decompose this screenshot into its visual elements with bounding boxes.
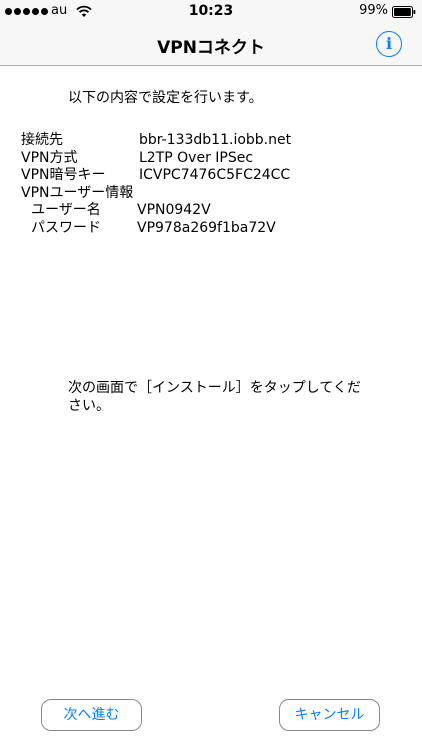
info-icon[interactable]: i [376,31,402,57]
battery-icon [392,6,416,18]
setting-label: ユーザー名 [31,202,101,218]
cancel-button[interactable]: キャンセル [279,699,380,731]
navigation-bar: VPNコネクト i [0,24,422,66]
setting-value: L2TP Over IPSec [139,149,254,166]
instruction-text: 次の画面で［インストール］をタップしてください。 [68,380,361,414]
setting-section-label: VPNユーザー情報 [21,184,134,201]
setting-label: VPN方式 [21,149,78,166]
setting-label: パスワード [31,219,101,236]
setting-label: 接続先 [21,132,63,148]
battery-percent: 99% [359,3,388,18]
status-bar: au 10:23 99% [0,0,422,24]
setting-value: VPN0942V [137,202,211,218]
setting-value: ICVPC7476C5FC24CC [139,167,291,183]
page-title: VPNコネクト [157,38,265,58]
next-button[interactable]: 次へ進む [41,699,142,731]
screen: au 10:23 99% VPNコネクト i 以下の内容で設定を行います。 接続… [0,0,422,750]
setting-value: VP978a269f1ba72V [137,219,276,236]
setting-label: VPN暗号キー [21,167,106,183]
intro-text: 以下の内容で設定を行います。 [68,90,263,106]
setting-value: bbr-133db11.iobb.net [139,132,292,148]
